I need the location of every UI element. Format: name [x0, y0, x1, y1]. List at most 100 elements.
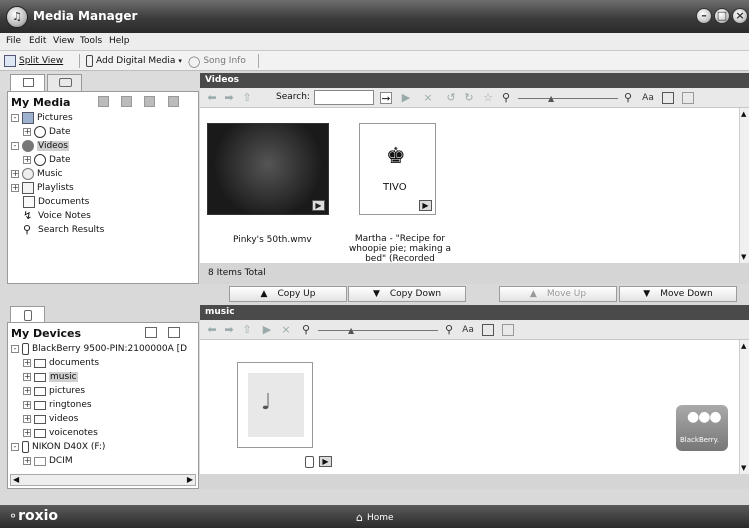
new-folder-icon[interactable]: [98, 96, 109, 107]
menu-view[interactable]: View: [53, 36, 74, 46]
expand-icon[interactable]: +: [23, 457, 31, 465]
zoom-slider-track[interactable]: [518, 98, 618, 99]
tree-item-voice-notes[interactable]: ↯ Voice Notes: [23, 209, 91, 223]
music-scrollbar[interactable]: ▲ ▼: [739, 340, 749, 474]
menu-help[interactable]: Help: [109, 36, 130, 46]
scroll-left-icon[interactable]: ◀: [13, 475, 19, 484]
up-folder-icon[interactable]: ⇧: [241, 324, 253, 336]
zoom-in-icon[interactable]: ⚲: [622, 92, 634, 104]
expand-icon[interactable]: +: [23, 387, 31, 395]
tree-item-voicenotes[interactable]: + voicenotes: [23, 426, 98, 440]
maximize-button[interactable]: □: [714, 8, 730, 24]
zoom-slider-track[interactable]: [318, 330, 438, 331]
expand-icon[interactable]: +: [23, 359, 31, 367]
videos-scrollbar[interactable]: ▲ ▼: [739, 108, 749, 263]
tab-devices[interactable]: [10, 306, 45, 323]
sort-icon[interactable]: Aa: [462, 324, 474, 336]
collapse-icon[interactable]: -: [11, 443, 19, 451]
new-folder-icon[interactable]: [145, 327, 157, 338]
expand-icon[interactable]: +: [11, 170, 19, 178]
scroll-down-icon[interactable]: ▼: [741, 253, 746, 261]
details-view-icon[interactable]: [662, 92, 674, 104]
tree-item-music[interactable]: + Music: [11, 167, 63, 181]
star-icon[interactable]: ☆: [482, 92, 494, 104]
collapse-icon[interactable]: -: [11, 345, 19, 353]
tree-item-pictures[interactable]: - Pictures: [11, 111, 73, 125]
menu-file[interactable]: File: [6, 36, 21, 46]
menu-edit[interactable]: Edit: [29, 36, 46, 46]
expand-icon[interactable]: +: [23, 128, 31, 136]
back-arrow-icon[interactable]: ⬅: [206, 324, 218, 336]
zoom-out-icon[interactable]: ⚲: [300, 324, 312, 336]
delete-icon[interactable]: ×: [280, 324, 292, 336]
move-down-button[interactable]: ▼ Move Down: [619, 286, 737, 302]
collapse-icon[interactable]: -: [11, 142, 19, 150]
video-thumbnail[interactable]: ▶: [207, 123, 329, 215]
horizontal-scrollbar[interactable]: ◀ ▶: [10, 474, 196, 486]
tree-item-search-results[interactable]: ⚲ Search Results: [23, 223, 104, 237]
copy-down-button[interactable]: ▼ Copy Down: [348, 286, 466, 302]
tree-item-documents[interactable]: + documents: [23, 356, 99, 370]
tree-item-pictures[interactable]: + pictures: [23, 384, 85, 398]
delete-icon[interactable]: ×: [422, 92, 434, 104]
device-options-icon[interactable]: [168, 327, 180, 338]
minimize-button[interactable]: –: [696, 8, 712, 24]
tivo-file-thumbnail[interactable]: ♚ TIVO ▶: [359, 123, 436, 215]
close-button[interactable]: ×: [732, 8, 748, 24]
tree-item-pictures-date[interactable]: + Date: [23, 125, 71, 139]
expand-icon[interactable]: +: [23, 401, 31, 409]
zoom-out-icon[interactable]: ⚲: [500, 92, 512, 104]
tree-item-dcim[interactable]: + DCIM: [23, 454, 73, 468]
expand-icon[interactable]: +: [23, 156, 31, 164]
zoom-in-icon[interactable]: ⚲: [443, 324, 455, 336]
menu-tools[interactable]: Tools: [80, 36, 102, 46]
play-badge-icon[interactable]: ▶: [319, 456, 332, 467]
play-icon[interactable]: ▶: [400, 92, 412, 104]
tree-item-documents[interactable]: Documents: [23, 195, 89, 209]
play-badge-icon[interactable]: ▶: [312, 200, 325, 211]
details-view-icon[interactable]: [482, 324, 494, 336]
tab-view-folder[interactable]: [47, 74, 82, 91]
tree-item-playlists[interactable]: + Playlists: [11, 181, 74, 195]
forward-arrow-icon[interactable]: ➡: [223, 324, 235, 336]
scroll-up-icon[interactable]: ▲: [741, 110, 746, 118]
sort-icon[interactable]: Aa: [642, 92, 654, 104]
tab-view-list[interactable]: [10, 74, 45, 91]
tree-item-blackberry[interactable]: - BlackBerry 9500-PIN:2100000A [D: [11, 342, 187, 356]
tree-item-videos[interactable]: + videos: [23, 412, 78, 426]
audio-file-thumbnail[interactable]: ♩: [237, 362, 313, 448]
tree-item-videos-date[interactable]: + Date: [23, 153, 71, 167]
up-folder-icon[interactable]: ⇧: [241, 92, 253, 104]
search-input[interactable]: [314, 90, 374, 105]
tree-item-ringtones[interactable]: + ringtones: [23, 398, 92, 412]
song-info-button[interactable]: ◯ Song Info: [188, 54, 246, 68]
tree-item-music[interactable]: + music: [23, 370, 78, 384]
move-up-button[interactable]: ▲ Move Up: [499, 286, 617, 302]
copy-up-button[interactable]: ▲ Copy Up: [229, 286, 347, 302]
scroll-up-icon[interactable]: ▲: [741, 342, 746, 350]
zoom-slider-thumb[interactable]: ▲: [548, 94, 554, 103]
add-digital-media-button[interactable]: Add Digital Media ▾: [86, 54, 182, 68]
scroll-down-icon[interactable]: ▼: [741, 464, 746, 472]
expand-icon[interactable]: +: [23, 415, 31, 423]
expand-icon[interactable]: +: [11, 184, 19, 192]
add-icon[interactable]: [121, 96, 132, 107]
rotate-right-icon[interactable]: ↻: [463, 92, 475, 104]
collapse-icon[interactable]: -: [11, 114, 19, 122]
tree-item-videos[interactable]: - Videos: [11, 139, 69, 153]
play-icon[interactable]: ▶: [261, 324, 273, 336]
expand-icon[interactable]: +: [23, 373, 31, 381]
back-arrow-icon[interactable]: ⬅: [206, 92, 218, 104]
copy-icon[interactable]: [144, 96, 155, 107]
zoom-slider-thumb[interactable]: ▲: [348, 326, 354, 335]
thumbnail-view-icon[interactable]: [682, 92, 694, 104]
scroll-right-icon[interactable]: ▶: [187, 475, 193, 484]
tree-item-nikon[interactable]: - NIKON D40X (F:): [11, 440, 105, 454]
play-badge-icon[interactable]: ▶: [419, 200, 432, 211]
split-view-button[interactable]: Split View: [4, 54, 63, 68]
home-button[interactable]: ⌂ Home: [356, 511, 394, 524]
expand-icon[interactable]: +: [23, 429, 31, 437]
thumbnail-view-icon[interactable]: [502, 324, 514, 336]
go-icon[interactable]: ➞: [380, 92, 392, 105]
properties-icon[interactable]: [168, 96, 179, 107]
